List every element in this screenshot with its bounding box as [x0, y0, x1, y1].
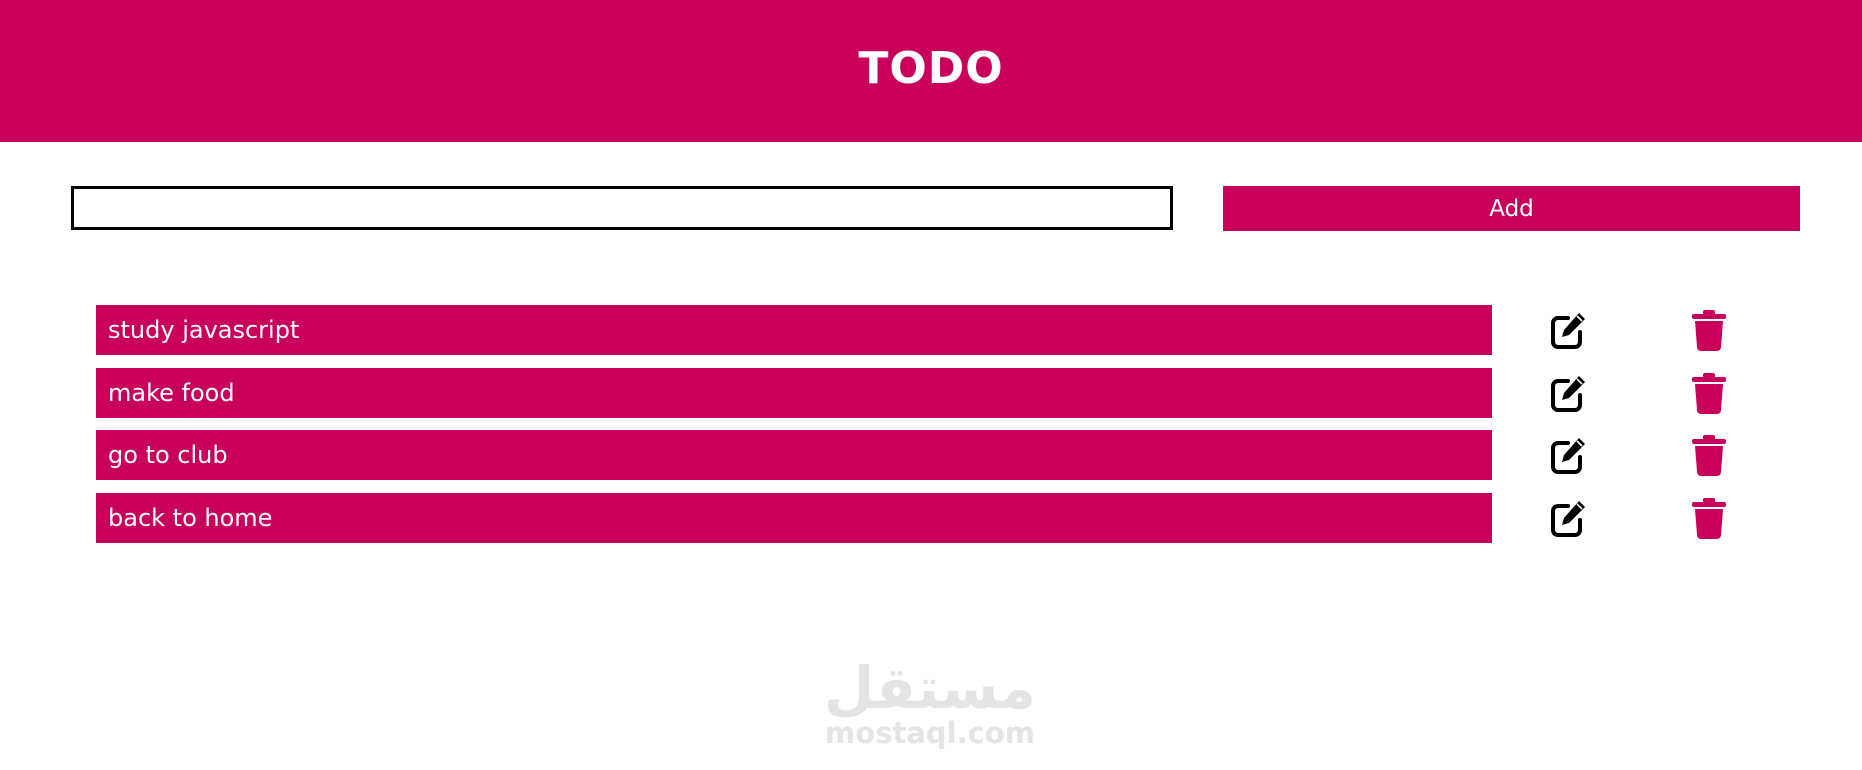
- trash-icon: [1692, 435, 1726, 476]
- delete-button[interactable]: [1687, 433, 1731, 477]
- edit-button[interactable]: [1546, 371, 1590, 415]
- edit-button[interactable]: [1546, 433, 1590, 477]
- task-input[interactable]: [71, 186, 1173, 230]
- task-row: study javascript: [96, 305, 1776, 355]
- trash-icon: [1692, 310, 1726, 351]
- task-item[interactable]: go to club: [96, 430, 1492, 480]
- app-header: TODO: [0, 0, 1862, 142]
- edit-button[interactable]: [1546, 308, 1590, 352]
- delete-button[interactable]: [1687, 496, 1731, 540]
- edit-icon: [1551, 313, 1585, 349]
- edit-icon: [1551, 438, 1585, 474]
- task-row: make food: [96, 367, 1776, 418]
- edit-button[interactable]: [1546, 496, 1590, 540]
- watermark-arabic: مستقل: [823, 654, 1037, 722]
- delete-button[interactable]: [1687, 371, 1731, 415]
- task-item[interactable]: back to home: [96, 492, 1492, 543]
- task-item[interactable]: study javascript: [96, 305, 1492, 355]
- trash-icon: [1692, 372, 1726, 414]
- trash-icon: [1692, 497, 1726, 539]
- watermark: مستقل mostaql.com: [780, 658, 1080, 750]
- app-title: TODO: [858, 42, 1004, 94]
- edit-icon: [1551, 375, 1585, 412]
- add-button[interactable]: Add: [1223, 186, 1800, 231]
- task-row: go to club: [96, 430, 1776, 480]
- delete-button[interactable]: [1687, 308, 1731, 352]
- task-list: study javascript make food go to club ba…: [96, 305, 1776, 555]
- edit-icon: [1551, 500, 1585, 537]
- task-item[interactable]: make food: [96, 367, 1492, 418]
- task-row: back to home: [96, 492, 1776, 543]
